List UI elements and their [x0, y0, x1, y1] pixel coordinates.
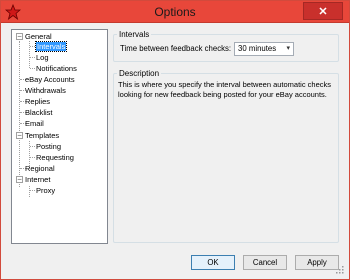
resize-grip-icon[interactable] — [336, 266, 344, 274]
tree-connector — [19, 41, 20, 187]
tree-item-notifications[interactable]: Notifications — [36, 63, 77, 74]
tree-item-email[interactable]: Email — [25, 118, 44, 129]
tree-connector — [29, 186, 30, 197]
tree-item-posting[interactable]: Posting — [36, 141, 61, 152]
description-group-title: Description — [117, 69, 162, 79]
tree-item-regional[interactable]: Regional — [25, 163, 55, 174]
intervals-group-title: Intervals — [117, 30, 152, 40]
close-icon: ✕ — [318, 6, 328, 18]
tree-item-ebay-accounts[interactable]: eBay Accounts — [25, 74, 75, 85]
close-button[interactable]: ✕ — [303, 2, 343, 20]
feedback-check-label: Time between feedback checks: — [120, 44, 232, 53]
feedback-interval-value: 30 minutes — [238, 44, 277, 53]
description-group: Description This is where you specify th… — [113, 69, 339, 243]
tree-item-internet[interactable]: Internet — [25, 174, 50, 185]
options-window: Options ✕ − − − General Intervals Log No… — [0, 0, 350, 280]
tree-item-replies[interactable]: Replies — [25, 96, 50, 107]
minus-icon[interactable]: − — [16, 33, 23, 40]
dialog-body: − − − General Intervals Log Notification… — [5, 25, 345, 275]
tree-item-templates[interactable]: Templates — [25, 130, 59, 141]
tree-connector — [30, 68, 35, 69]
cancel-button[interactable]: Cancel — [243, 255, 287, 270]
description-text: This is where you specify the interval b… — [118, 80, 332, 99]
tree-connector — [30, 190, 35, 191]
options-tree[interactable]: − − − General Intervals Log Notification… — [11, 29, 108, 244]
tree-item-withdrawals[interactable]: Withdrawals — [25, 85, 66, 96]
minus-icon[interactable]: − — [16, 176, 23, 183]
window-title: Options — [154, 5, 196, 19]
feedback-interval-select[interactable]: 30 minutes ▾ — [234, 42, 294, 56]
chevron-down-icon: ▾ — [286, 45, 290, 52]
tree-connector — [30, 46, 35, 47]
apply-button[interactable]: Apply — [295, 255, 339, 270]
tree-item-proxy[interactable]: Proxy — [36, 185, 55, 196]
intervals-group: Intervals Time between feedback checks: … — [113, 30, 339, 62]
title-bar[interactable]: Options ✕ — [1, 1, 349, 23]
tree-connector — [30, 146, 35, 147]
minus-icon[interactable]: − — [16, 132, 23, 139]
tree-item-intervals[interactable]: Intervals — [34, 41, 68, 52]
tree-item-requesting[interactable]: Requesting — [36, 152, 74, 163]
tree-connector — [30, 57, 35, 58]
tree-connector — [30, 157, 35, 158]
ok-button[interactable]: OK — [191, 255, 235, 270]
tree-item-blacklist[interactable]: Blacklist — [25, 107, 53, 118]
tree-item-log[interactable]: Log — [36, 52, 49, 63]
